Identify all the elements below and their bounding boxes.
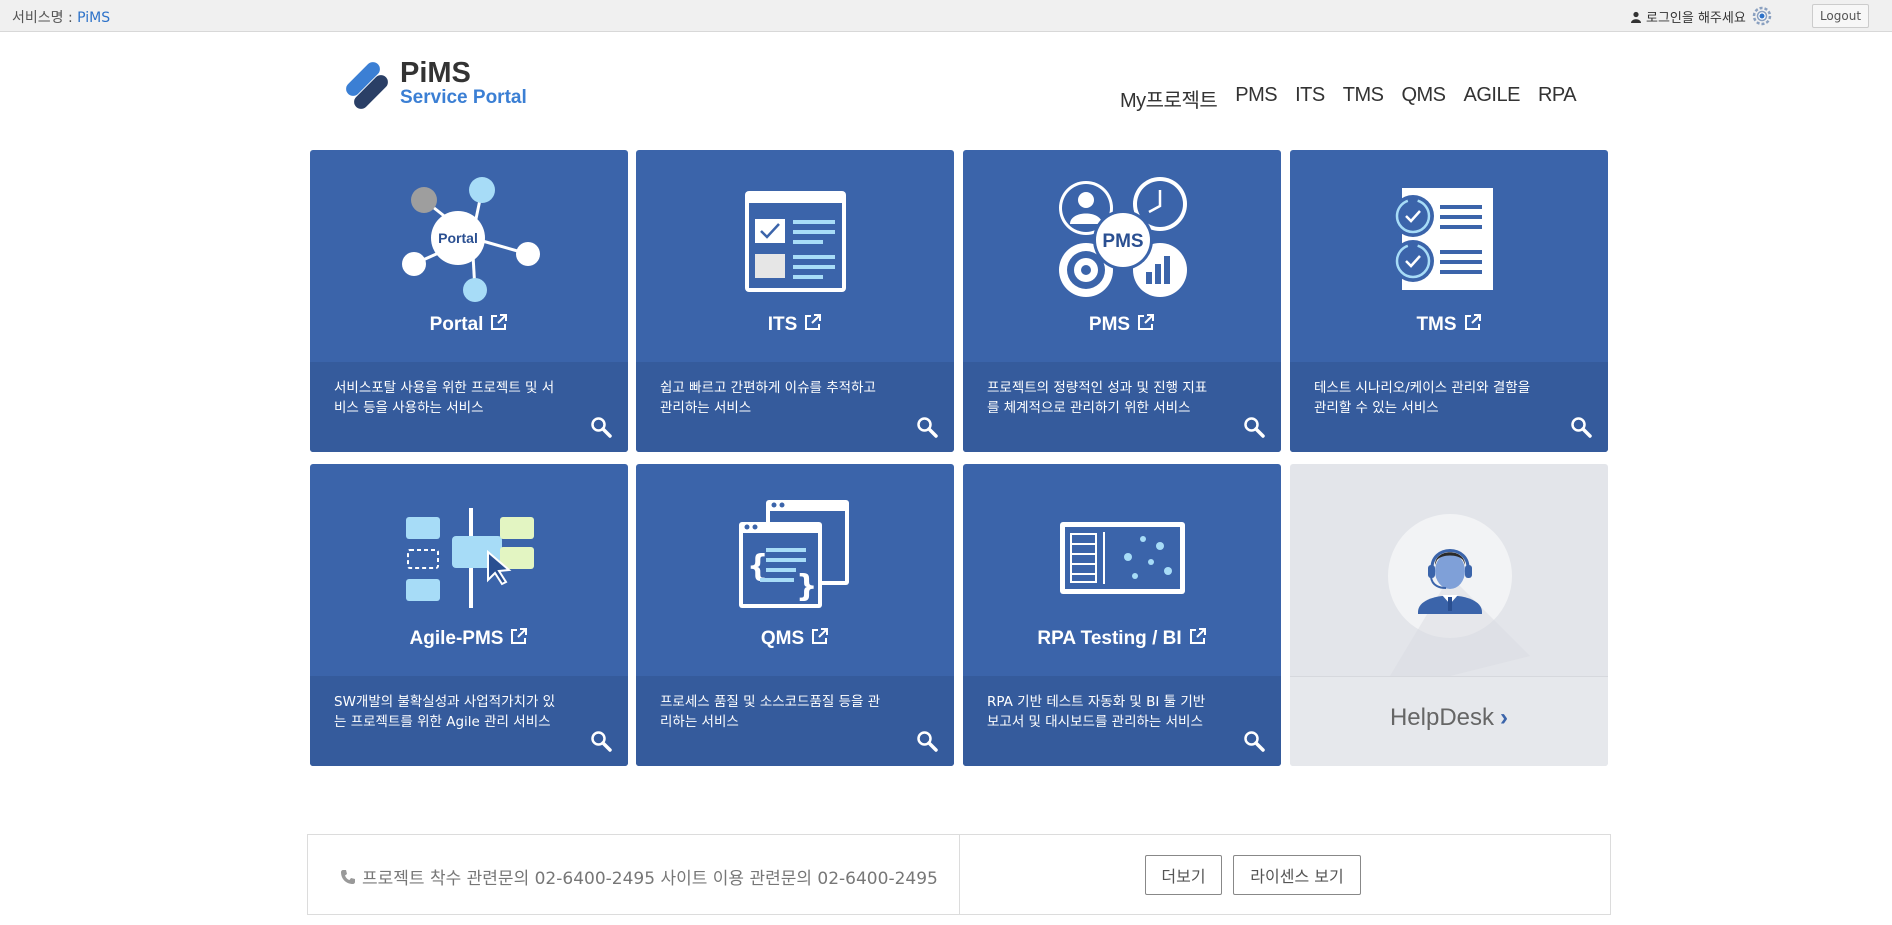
- tile-title: Agile-PMS: [409, 628, 504, 649]
- search-icon[interactable]: [916, 416, 938, 438]
- external-link-icon[interactable]: [803, 313, 822, 332]
- tile-pms[interactable]: PMS PMS 프로젝트의 정량적인 성과 및 진행 지표를 체계적으로 관리하…: [963, 150, 1281, 452]
- tile-title: TMS: [1416, 314, 1457, 335]
- tile-portal[interactable]: Portal Portal 서비스포탈 사용을 위한 프로젝트 및 서비스 등을…: [310, 150, 628, 452]
- tile-title: RPA Testing / BI: [1037, 628, 1182, 649]
- pims-logo[interactable]: PiMS Service Portal: [340, 55, 530, 115]
- helpdesk-label[interactable]: HelpDesk: [1390, 704, 1494, 731]
- main-nav: My프로젝트 PMS ITS TMS QMS AGILE RPA: [1120, 84, 1594, 113]
- search-icon[interactable]: [1243, 416, 1265, 438]
- top-bar: 서비스명 : PiMS 로그인을 해주세요 Logout: [0, 0, 1892, 32]
- svg-text:}: }: [796, 569, 817, 604]
- service-name-value: PiMS: [77, 10, 111, 26]
- logo-title: PiMS: [400, 57, 471, 89]
- external-link-icon[interactable]: [509, 627, 528, 646]
- settings-gear-icon[interactable]: [1752, 6, 1772, 26]
- contact-text: 프로젝트 착수 관련문의 02-6400-2495 사이트 이용 관련문의 02…: [362, 869, 938, 889]
- tile-description: 서비스포탈 사용을 위한 프로젝트 및 서비스 등을 사용하는 서비스: [334, 380, 555, 416]
- tile-tms[interactable]: TMS 테스트 시나리오/케이스 관리와 결함을 관리할 수 있는 서비스: [1290, 150, 1608, 452]
- tile-title: QMS: [760, 628, 805, 649]
- tile-description: 테스트 시나리오/케이스 관리와 결함을 관리할 수 있는 서비스: [1314, 380, 1531, 416]
- contact-info: 프로젝트 착수 관련문의 02-6400-2495 사이트 이용 관련문의 02…: [340, 864, 938, 889]
- external-link-icon[interactable]: [1188, 627, 1207, 646]
- more-button[interactable]: 더보기: [1145, 855, 1222, 895]
- service-name: 서비스명 : PiMS: [12, 7, 110, 27]
- login-link[interactable]: 로그인을 해주세요: [1630, 7, 1746, 26]
- tile-agile-pms[interactable]: Agile-PMS SW개발의 불확실성과 사업적가치가 있는 프로젝트를 위한…: [310, 464, 628, 766]
- tile-title: Portal: [429, 314, 484, 335]
- logo-subtitle: Service Portal: [400, 87, 527, 108]
- search-icon[interactable]: [1570, 416, 1592, 438]
- external-link-icon[interactable]: [489, 313, 508, 332]
- tile-title: ITS: [767, 314, 798, 335]
- tile-title: PMS: [1088, 314, 1131, 335]
- tile-helpdesk[interactable]: HelpDesk ›: [1290, 464, 1608, 766]
- footer-panel: 프로젝트 착수 관련문의 02-6400-2495 사이트 이용 관련문의 02…: [307, 834, 1611, 915]
- external-link-icon[interactable]: [1136, 313, 1155, 332]
- logout-button[interactable]: Logout: [1812, 4, 1869, 28]
- user-icon: [1631, 11, 1641, 23]
- portal-art-label: Portal: [438, 230, 478, 246]
- nav-pms[interactable]: PMS: [1235, 84, 1277, 113]
- search-icon[interactable]: [590, 416, 612, 438]
- logo-mark-icon: [346, 62, 388, 109]
- nav-tms[interactable]: TMS: [1343, 84, 1384, 113]
- tile-description: SW개발의 불확실성과 사업적가치가 있는 프로젝트를 위한 Agile 관리 …: [334, 694, 556, 730]
- tile-description: 쉽고 빠르고 간편하게 이슈를 추적하고 관리하는 서비스: [660, 380, 876, 416]
- helpdesk-agent-icon: [1388, 514, 1530, 676]
- pms-art-label: PMS: [1102, 231, 1143, 252]
- nav-its[interactable]: ITS: [1295, 84, 1325, 113]
- tile-its[interactable]: ITS 쉽고 빠르고 간편하게 이슈를 추적하고 관리하는 서비스: [636, 150, 954, 452]
- search-icon[interactable]: [916, 730, 938, 752]
- search-icon[interactable]: [1243, 730, 1265, 752]
- footer-divider: [959, 835, 960, 914]
- tile-description: 프로세스 품질 및 소스코드품질 등을 관리하는 서비스: [660, 694, 881, 730]
- license-button[interactable]: 라이센스 보기: [1233, 855, 1361, 895]
- phone-icon: [341, 869, 355, 884]
- chevron-right-icon: ›: [1500, 704, 1509, 731]
- login-text: 로그인을 해주세요: [1646, 11, 1746, 26]
- service-label: 서비스명 :: [12, 10, 78, 26]
- tile-rpa-bi[interactable]: RPA Testing / BI RPA 기반 테스트 자동화 및 BI 툴 기…: [963, 464, 1281, 766]
- nav-qms[interactable]: QMS: [1401, 84, 1446, 113]
- tile-qms[interactable]: { } QMS 프로세스 품질 및 소스코드품질 등을 관리하는 서비스: [636, 464, 954, 766]
- external-link-icon[interactable]: [810, 627, 829, 646]
- external-link-icon[interactable]: [1463, 313, 1482, 332]
- nav-my-project[interactable]: My프로젝트: [1120, 84, 1218, 113]
- tile-description: 프로젝트의 정량적인 성과 및 진행 지표를 체계적으로 관리하기 위한 서비스: [987, 380, 1208, 416]
- tile-description: RPA 기반 테스트 자동화 및 BI 툴 기반 보고서 및 대시보드를 관리하…: [987, 694, 1206, 730]
- search-icon[interactable]: [590, 730, 612, 752]
- nav-rpa[interactable]: RPA: [1538, 84, 1577, 113]
- nav-agile[interactable]: AGILE: [1464, 84, 1521, 113]
